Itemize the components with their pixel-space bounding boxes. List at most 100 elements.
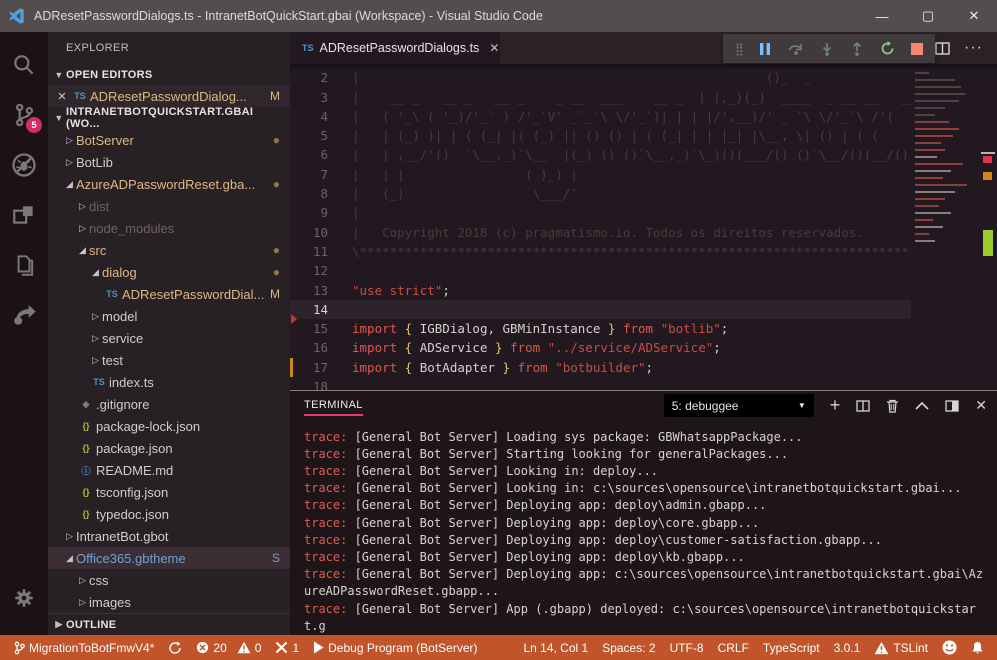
tree-item[interactable]: {}tsconfig.json [48, 481, 290, 503]
restart-icon[interactable] [880, 41, 895, 56]
code-line[interactable]: 12 [290, 261, 911, 280]
indentation-item[interactable]: Spaces: 2 [595, 641, 662, 655]
encoding-item[interactable]: UTF-8 [663, 641, 711, 655]
tree-item[interactable]: ▷css [48, 569, 290, 591]
typescript-file-icon: TS [302, 43, 314, 53]
fixes-item[interactable]: 1 [268, 635, 306, 660]
open-editor-item[interactable]: ✕ TS ADResetPasswordDialog... M [48, 85, 290, 107]
overview-ruler[interactable] [978, 64, 997, 390]
json-file-icon: {} [76, 487, 96, 497]
terminal-select[interactable]: 5: debuggee▼ [664, 394, 814, 417]
extensions-icon[interactable] [0, 190, 48, 240]
chevron-down-icon: ▼ [798, 401, 806, 410]
code-line[interactable]: 18 [290, 377, 911, 390]
tree-item[interactable]: {}package.json [48, 437, 290, 459]
code-line[interactable]: 5| | (_) )| | ( (_| |( (_) || () () | ( … [290, 126, 911, 145]
tree-item[interactable]: ◢AzureADPasswordReset.gba...● [48, 173, 290, 195]
step-over-icon[interactable] [788, 42, 804, 56]
tree-item[interactable]: ◢src● [48, 239, 290, 261]
tab-close-icon[interactable]: ✕ [489, 41, 499, 55]
eol-item[interactable]: CRLF [711, 641, 756, 655]
search-icon[interactable] [0, 40, 48, 90]
debug-icon[interactable] [0, 140, 48, 190]
tree-item[interactable]: ▷BotLib [48, 151, 290, 173]
code-text: | [328, 203, 360, 222]
window-title: ADResetPasswordDialogs.ts - IntranetBotQ… [34, 9, 543, 23]
minimap[interactable] [911, 64, 978, 390]
tree-item[interactable]: ⓘREADME.md [48, 459, 290, 481]
chevron-collapsed-icon: ▷ [76, 575, 89, 586]
code-line[interactable]: 14 [290, 300, 911, 319]
workspace-header[interactable]: ▼ INTRANETBOTQUICKSTART.GBAI (WO... [48, 107, 290, 129]
tree-item[interactable]: ▷node_modules [48, 217, 290, 239]
json-file-icon: {} [76, 443, 96, 453]
code-text: | (_) \___/' [328, 184, 578, 203]
terminal-output[interactable]: trace: [General Bot Server] Loading sys … [290, 421, 997, 635]
code-line[interactable]: 15import { IGBDialog, GBMinInstance } fr… [290, 319, 911, 338]
code-line[interactable]: 3| __ _ __ _ __ _ _ __ ___ __ _ | |,_)(_… [290, 88, 911, 107]
tree-item[interactable]: ▷dist [48, 195, 290, 217]
code-line[interactable]: 16import { ADService } from "../service/… [290, 338, 911, 357]
code-line[interactable]: 17import { BotAdapter } from "botbuilder… [290, 358, 911, 377]
tab-terminal[interactable]: TERMINAL [304, 399, 363, 416]
panel-layout-icon[interactable] [945, 400, 959, 412]
code-line[interactable]: 7| | | ( )_) | [290, 165, 911, 184]
tree-item[interactable]: ◈.gitignore [48, 393, 290, 415]
tab-adresetpassworddialogs[interactable]: TS ADResetPasswordDialogs.ts ✕ [290, 32, 500, 64]
drag-handle-icon[interactable]: ⣿ [735, 42, 742, 56]
code-line[interactable]: 2| ()_ _ [290, 68, 911, 87]
tslint-item[interactable]: TSLint [867, 641, 935, 655]
tree-item[interactable]: {}package-lock.json [48, 415, 290, 437]
stop-icon[interactable] [911, 43, 923, 55]
tree-item[interactable]: {}typedoc.json [48, 503, 290, 525]
tree-item[interactable]: ◢Office365.gbthemeS [48, 547, 290, 569]
tree-item[interactable]: ▷images [48, 591, 290, 613]
settings-gear-icon[interactable] [0, 573, 48, 623]
maximize-panel-icon[interactable] [915, 401, 929, 410]
code-line[interactable]: 11\*************************************… [290, 242, 911, 261]
sync-item[interactable] [161, 635, 189, 660]
line-number: 4 [290, 107, 328, 126]
tree-item[interactable]: ▷BotServer● [48, 129, 290, 151]
outline-header[interactable]: ▶ OUTLINE [48, 613, 290, 635]
problems-item[interactable]: 20 0 [189, 635, 268, 660]
git-branch-item[interactable]: MigrationToBotFmwV4* [6, 635, 161, 660]
split-editor-icon[interactable] [935, 42, 950, 55]
open-editors-header[interactable]: ▼ OPEN EDITORS [48, 64, 290, 86]
cursor-position-item[interactable]: Ln 14, Col 1 [516, 641, 595, 655]
close-icon[interactable]: ✕ [54, 90, 70, 103]
language-mode-item[interactable]: TypeScript [756, 641, 827, 655]
minimize-button[interactable]: — [859, 0, 905, 32]
tree-item[interactable]: ▷service [48, 327, 290, 349]
step-into-icon[interactable] [820, 42, 834, 56]
code-line[interactable]: 6| | ,__/'() `\__,_)`\__ |(_) () ()`\__,… [290, 145, 911, 164]
more-actions-icon[interactable]: ··· [964, 39, 983, 57]
kill-terminal-trash-icon[interactable] [886, 399, 899, 413]
new-terminal-icon[interactable]: + [830, 395, 841, 416]
tree-item[interactable]: ▷test [48, 349, 290, 371]
pages-icon[interactable] [0, 240, 48, 290]
code-line[interactable]: 10| Copyright 2018 (c) pragmatismo.io. T… [290, 223, 911, 242]
step-out-icon[interactable] [850, 42, 864, 56]
typescript-version-item[interactable]: 3.0.1 [827, 641, 868, 655]
tree-item[interactable]: ◢dialog● [48, 261, 290, 283]
code-line[interactable]: 4| ( '_\ ( '_)/'_` ) /'_`V' _`_`\ \/'_`)… [290, 107, 911, 126]
code-editor[interactable]: 1/**************************************… [290, 64, 997, 390]
tree-item[interactable]: TSindex.ts [48, 371, 290, 393]
tree-item[interactable]: ▷model [48, 305, 290, 327]
tree-item[interactable]: TSADResetPasswordDial...M [48, 283, 290, 305]
code-line[interactable]: 13"use strict"; [290, 281, 911, 300]
code-line[interactable]: 8| (_) \___/' [290, 184, 911, 203]
close-button[interactable]: ✕ [951, 0, 997, 32]
pause-icon[interactable] [758, 42, 772, 56]
share-icon[interactable] [0, 290, 48, 340]
code-line[interactable]: 9| [290, 203, 911, 222]
feedback-smiley-item[interactable] [935, 640, 964, 655]
maximize-button[interactable]: ▢ [905, 0, 951, 32]
notifications-bell-item[interactable] [964, 641, 991, 655]
split-terminal-icon[interactable] [856, 400, 870, 412]
source-control-icon[interactable]: 5 [0, 90, 48, 140]
tree-item[interactable]: ▷IntranetBot.gbot [48, 525, 290, 547]
close-panel-icon[interactable]: ✕ [975, 397, 987, 414]
debug-status-item[interactable]: Debug Program (BotServer) [306, 635, 484, 660]
